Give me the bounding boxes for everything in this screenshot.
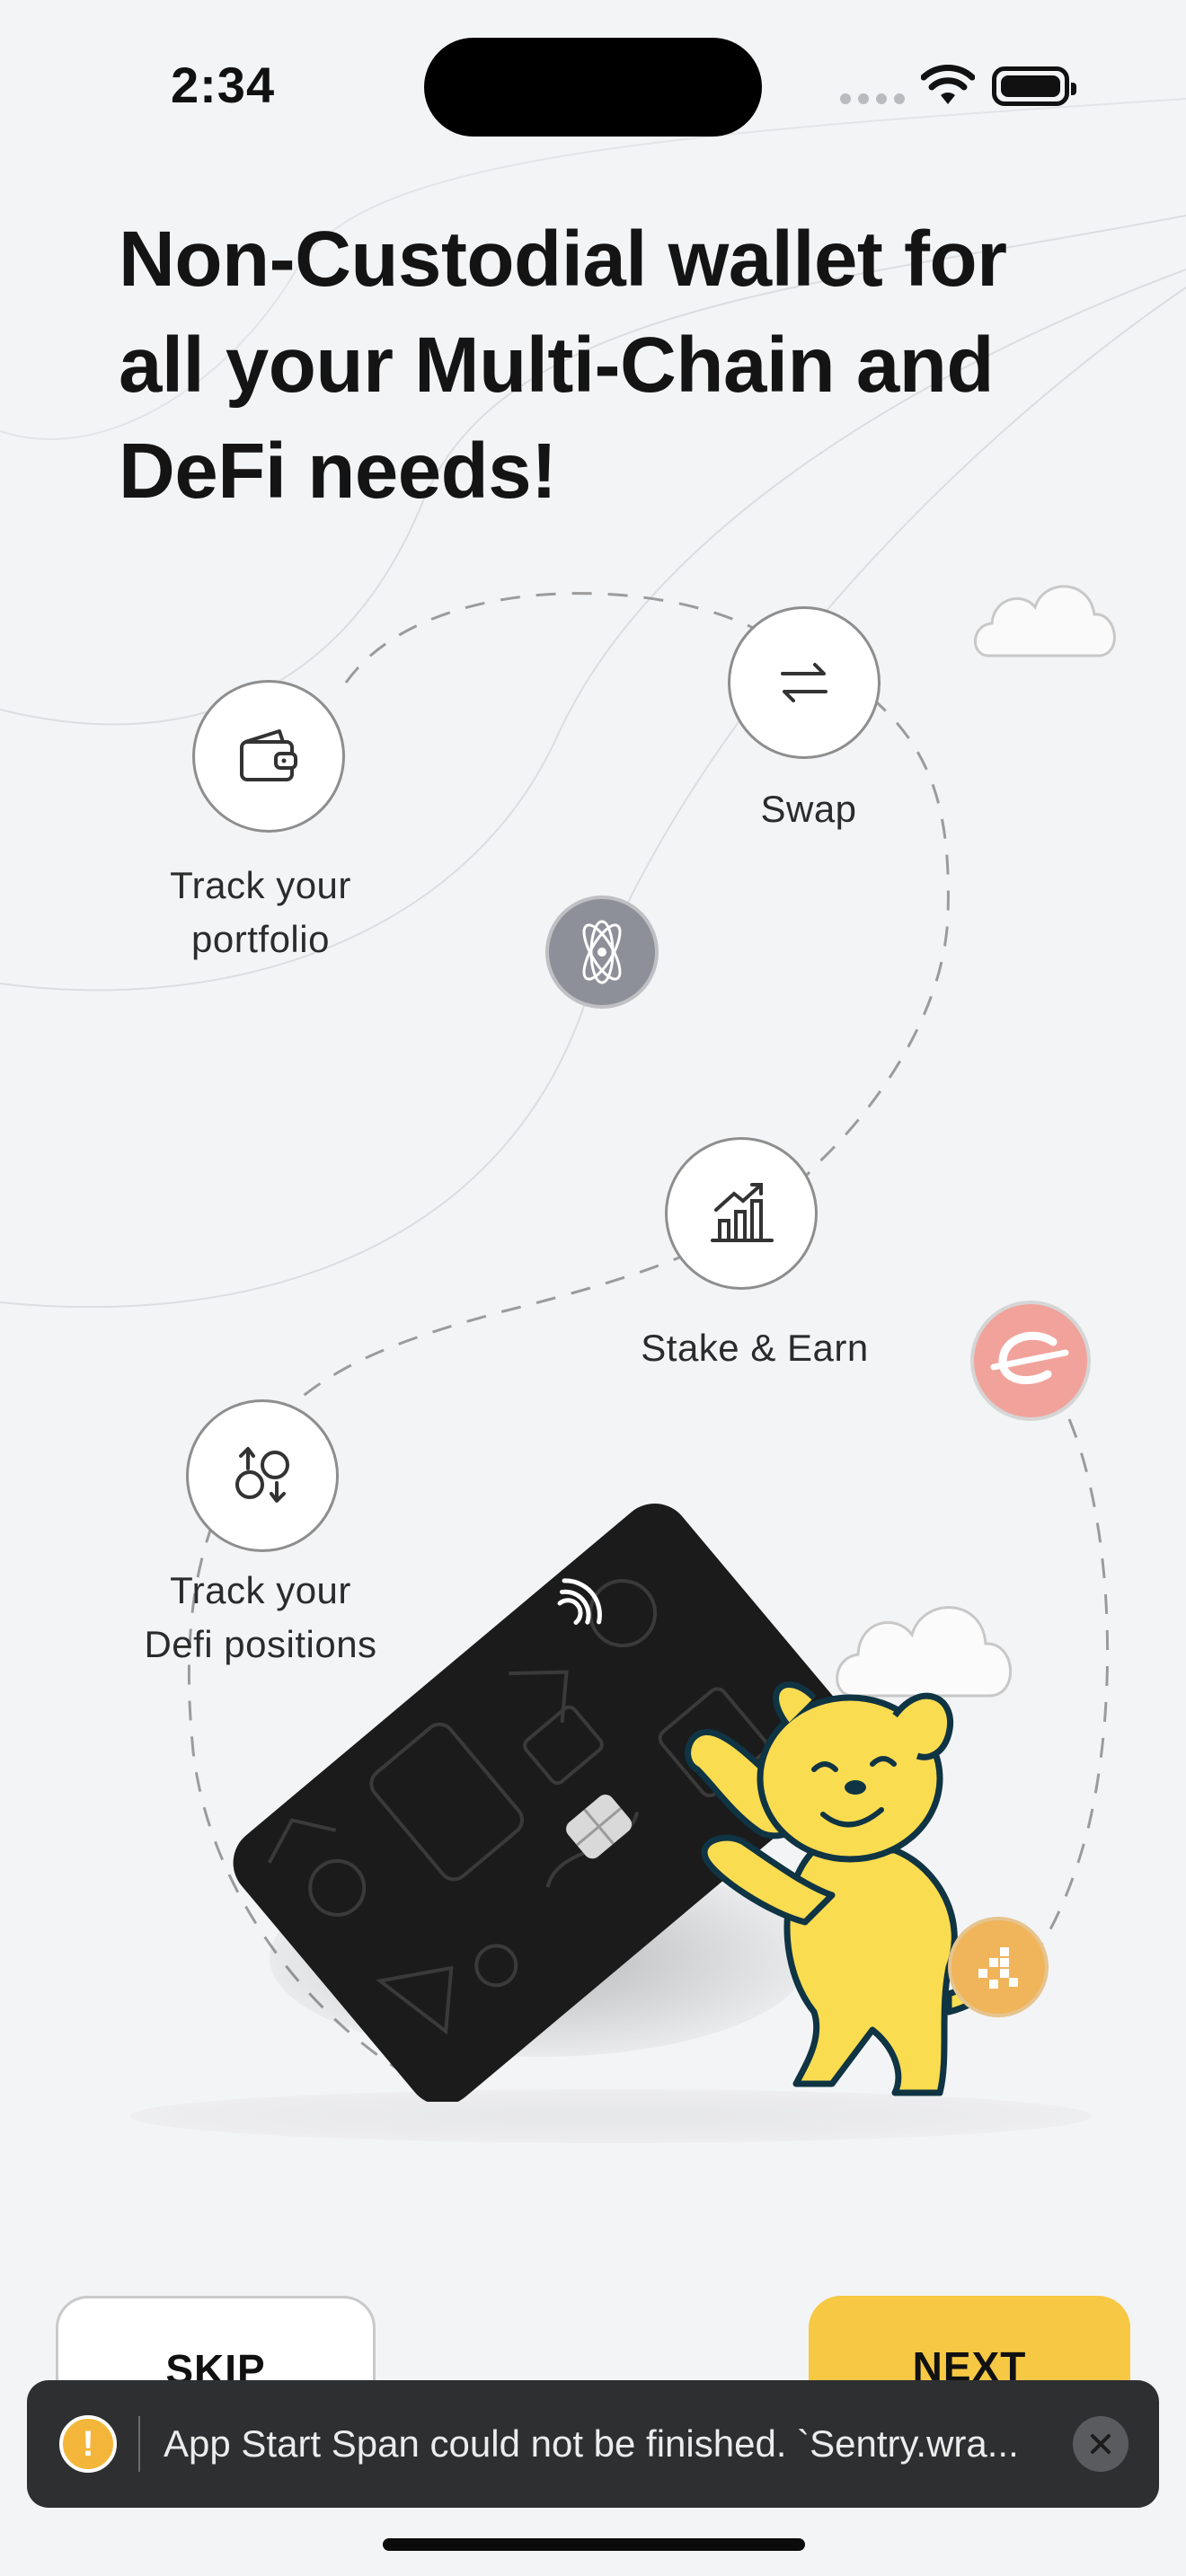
headline: Non-Custodial wallet for all your Multi-… [119, 216, 1007, 515]
warning-icon: ! [59, 2415, 117, 2473]
cloud-decoration [974, 585, 1116, 657]
toast-divider [138, 2416, 140, 2472]
home-indicator[interactable] [383, 2538, 805, 2551]
close-icon[interactable] [1073, 2416, 1128, 2472]
feature-swap-circle [728, 606, 881, 759]
wallet-icon [240, 729, 297, 781]
feature-swap-label: Swap [760, 788, 857, 830]
bar-chart-icon [711, 1183, 774, 1242]
elrond-logo-icon [990, 1331, 1069, 1385]
dog-mascot-illustration [685, 1681, 1031, 2096]
cellular-signal-icon [840, 93, 905, 104]
pixel-coin-icon [978, 1947, 1018, 1989]
battery-icon [992, 66, 1076, 106]
dynamic-island [424, 38, 762, 137]
feature-portfolio-circle [192, 680, 345, 833]
elrond-token-icon [970, 1301, 1091, 1421]
feature-stake-label: Stake & Earn [641, 1327, 869, 1369]
error-toast: ! App Start Span could not be finished. … [27, 2380, 1159, 2508]
wifi-icon [921, 65, 975, 104]
status-time: 2:34 [171, 57, 276, 113]
feature-stake-circle [665, 1137, 818, 1290]
swap-arrows-icon [781, 663, 828, 702]
cosmos-token-icon [545, 895, 659, 1009]
coin-token-icon [948, 1917, 1049, 2017]
atom-icon [582, 920, 622, 984]
toast-message: App Start Span could not be finished. `S… [164, 2422, 1019, 2465]
feature-portfolio-label: Track your portfolio [170, 864, 351, 960]
